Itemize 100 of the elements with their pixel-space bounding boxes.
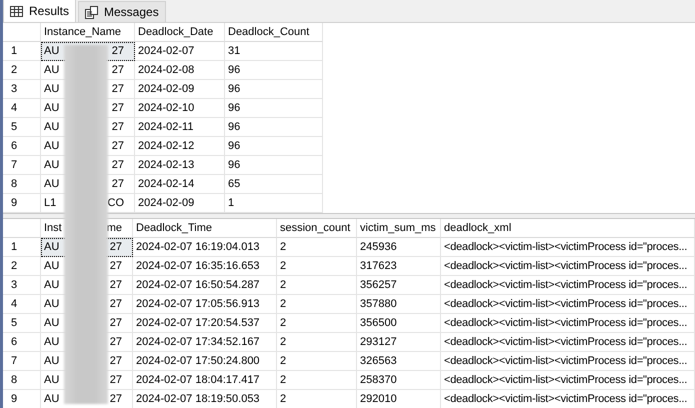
column-header[interactable]: Deadlock_Date [135, 23, 225, 42]
table-cell: <deadlock><victim-list><victimProcess id="proces... [441, 257, 695, 276]
table-cell: 96 [225, 156, 323, 175]
table-cell: <deadlock><victim-list><victimProcess id="proces... [441, 295, 695, 314]
table-cell: 2024-02-07 16:50:54.287 [133, 276, 277, 295]
table-cell: 96 [225, 80, 323, 99]
table-cell: 2 [277, 314, 357, 333]
table-cell: 2024-02-07 18:04:17.417 [133, 371, 277, 390]
table-cell: 2 [277, 333, 357, 352]
table-cell: 2 [277, 257, 357, 276]
cell-text-start: L1 [44, 197, 56, 209]
row-number: 8 [3, 175, 41, 194]
cell-text-start: AU [44, 336, 60, 348]
table-cell: <deadlock><victim-list><victimProcess id="proces... [441, 314, 695, 333]
table-cell: <deadlock><victim-list><victimProcess id="proces... [441, 276, 695, 295]
table-cell: 2 [277, 390, 357, 408]
row-number: 5 [3, 118, 41, 137]
table-cell: 356500 [357, 314, 441, 333]
cell-text-end: 27 [112, 102, 124, 114]
table-cell: 2 [277, 352, 357, 371]
table-cell: <deadlock><victim-list><victimProcess id="proces... [441, 333, 695, 352]
table-cell: 65 [225, 175, 323, 194]
row-number: 2 [3, 61, 41, 80]
cell-text-start: AU [44, 355, 60, 367]
table-cell: 2024-02-07 16:19:04.013 [133, 238, 277, 257]
table-cell: 258370 [357, 371, 441, 390]
results-tab[interactable]: Results [3, 0, 76, 22]
table-cell: 317623 [357, 257, 441, 276]
table-cell: 2024-02-07 18:19:50.053 [133, 390, 277, 408]
cell-text-start: AU [44, 102, 60, 114]
row-number: 2 [3, 257, 41, 276]
cell-text-end: me [106, 222, 122, 234]
cell-text-end: 27 [112, 64, 124, 76]
table-cell: 2024-02-08 [135, 61, 225, 80]
row-number: 3 [3, 80, 41, 99]
table-cell: 2 [277, 276, 357, 295]
table-cell: 2024-02-09 [135, 80, 225, 99]
cell-text-start: AU [44, 159, 60, 171]
table-cell: 2024-02-14 [135, 175, 225, 194]
cell-text-start: AU [44, 298, 60, 310]
table-cell: 326563 [357, 352, 441, 371]
cell-text-end: 27 [112, 83, 124, 95]
cell-text-end: 27 [112, 45, 124, 57]
row-number: 9 [3, 194, 41, 213]
column-header[interactable]: Deadlock_Count [225, 23, 323, 42]
column-header[interactable]: victim_sum_ms [357, 219, 441, 238]
table-cell: <deadlock><victim-list><victimProcess id="proces... [441, 238, 695, 257]
row-number: 4 [3, 99, 41, 118]
table-cell: 2024-02-07 17:50:24.800 [133, 352, 277, 371]
table-cell: 1 [225, 194, 323, 213]
cell-text-end: 27 [112, 178, 124, 190]
cell-text-start: AU [44, 178, 60, 190]
cell-text-end: 27 [110, 298, 122, 310]
cell-text-end: 27 [110, 355, 122, 367]
cell-text-start: AU [44, 64, 60, 76]
results-tab[interactable]: Messages [78, 1, 166, 22]
table-cell: 31 [225, 42, 323, 61]
table-cell: 2 [277, 295, 357, 314]
cell-text-start: AU [44, 260, 60, 272]
column-header[interactable]: session_count [277, 219, 357, 238]
cell-text-end: 27 [110, 374, 122, 386]
cell-text-start: AU [44, 317, 60, 329]
table-cell: 96 [225, 118, 323, 137]
row-number: 4 [3, 295, 41, 314]
table-cell: 2024-02-07 17:34:52.167 [133, 333, 277, 352]
header-corner[interactable] [3, 23, 41, 42]
table-cell: 293127 [357, 333, 441, 352]
row-number: 5 [3, 314, 41, 333]
table-cell: 357880 [357, 295, 441, 314]
table-cell: 2 [277, 371, 357, 390]
row-number: 7 [3, 156, 41, 175]
cell-text-start: AU [44, 140, 60, 152]
cell-text-start: AU [44, 45, 60, 57]
table-cell: 2024-02-07 17:20:54.537 [133, 314, 277, 333]
cell-text-end: 27 [110, 260, 122, 272]
table-cell: 2 [277, 238, 357, 257]
cell-text-end: CO [108, 197, 124, 209]
table-cell: 2024-02-09 [135, 194, 225, 213]
row-number: 8 [3, 371, 41, 390]
row-number: 9 [3, 390, 41, 408]
table-cell: <deadlock><victim-list><victimProcess id="proces... [441, 371, 695, 390]
header-corner[interactable] [3, 219, 41, 238]
cell-text-start: AU [44, 393, 60, 405]
cell-text-start: AU [44, 279, 60, 291]
column-header[interactable]: deadlock_xml [441, 219, 695, 238]
table-cell: <deadlock><victim-list><victimProcess id="proces... [441, 390, 695, 408]
cell-text-start: AU [44, 121, 60, 133]
cell-text-end: 27 [112, 121, 124, 133]
table-cell: 2024-02-10 [135, 99, 225, 118]
column-header[interactable]: Deadlock_Time [133, 219, 277, 238]
table-cell: 96 [225, 99, 323, 118]
cell-text-start: AU [44, 374, 60, 386]
cell-text-start: Inst [44, 222, 62, 234]
table-cell: 2024-02-13 [135, 156, 225, 175]
cell-text-end: 27 [110, 317, 122, 329]
table-cell: 2024-02-12 [135, 137, 225, 156]
table-cell: <deadlock><victim-list><victimProcess id="proces... [441, 352, 695, 371]
table-cell: 2024-02-11 [135, 118, 225, 137]
cell-text-start: AU [44, 83, 60, 95]
cell-text-start: AU [44, 241, 60, 253]
